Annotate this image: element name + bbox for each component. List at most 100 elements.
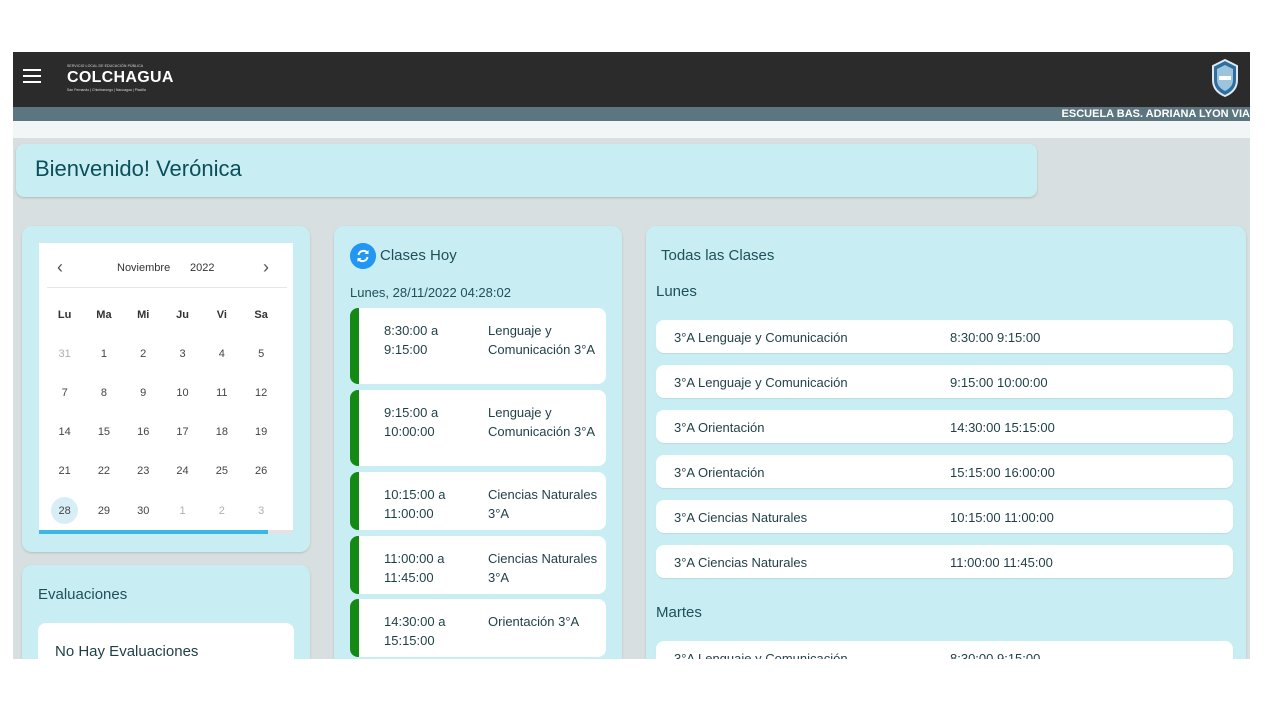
clases-hoy-card: Clases Hoy Lunes, 28/11/2022 04:28:02 8:… <box>334 226 622 659</box>
clase-row[interactable]: 3°A Lenguaje y Comunicación 8:30:00 9:15:… <box>656 320 1233 353</box>
calendar-day[interactable]: 15 <box>84 413 123 452</box>
school-bar: ESCUELA BAS. ADRIANA LYON VIA <box>13 107 1250 121</box>
calendar-day[interactable]: 17 <box>163 413 202 452</box>
calendar-day-label: 12 <box>255 386 268 399</box>
calendar-scrollbar[interactable] <box>39 530 293 534</box>
calendar-day[interactable]: 21 <box>45 452 84 491</box>
clase-row-time: 8:30:00 9:15:00 <box>950 330 1041 345</box>
calendar-day[interactable]: 11 <box>202 373 241 412</box>
calendar-scrollbar-thumb[interactable] <box>39 530 268 534</box>
calendar-day[interactable]: 5 <box>241 334 280 373</box>
calendar-day-label: 5 <box>258 347 265 360</box>
clase-row[interactable]: 3°A Ciencias Naturales 11:00:00 11:45:00 <box>656 545 1233 578</box>
chevron-right-icon[interactable]: › <box>263 257 269 278</box>
clase-row-subject: 3°A Orientación <box>674 465 765 480</box>
calendar-day-label: 31 <box>58 347 71 360</box>
clase-row-subject: 3°A Ciencias Naturales <box>674 555 808 570</box>
calendar-grid: Lu Ma Mi Ju Vi Sa 31 1 2 3 4 5 7 8 9 10 11 12 14 15 16 17 18 19… <box>45 295 281 530</box>
calendar-day-label: 7 <box>61 386 68 399</box>
clase-row[interactable]: 3°A Orientación 14:30:00 15:15:00 <box>656 410 1233 443</box>
calendar-day-label: 25 <box>215 465 228 478</box>
clase-hoy-time: 9:15:00 a 10:00:00 <box>384 405 439 439</box>
clase-row-time: 11:00:00 11:45:00 <box>950 555 1053 570</box>
school-crest-icon[interactable] <box>1210 58 1240 98</box>
clase-hoy-time: 10:15:00 a 11:00:00 <box>384 487 446 521</box>
calendar-day[interactable]: 8 <box>84 373 123 412</box>
calendar-weekday: Mi <box>137 308 150 321</box>
clase-row[interactable]: 3°A Ciencias Naturales 10:15:00 11:00:00 <box>656 500 1233 533</box>
clase-hoy-time: 11:00:00 a 11:45:00 <box>384 551 445 585</box>
calendar-day-label: 14 <box>58 426 71 439</box>
calendar-day-label: 10 <box>176 386 189 399</box>
app-frame: SERVICIO LOCAL DE EDUCACIÓN PÚBLICA COLC… <box>13 52 1250 659</box>
calendar-day-label: 28 <box>51 497 79 525</box>
clase-row-subject: 3°A Orientación <box>674 420 765 435</box>
calendar-day[interactable]: 3 <box>241 491 280 530</box>
colchagua-logo[interactable]: SERVICIO LOCAL DE EDUCACIÓN PÚBLICA COLC… <box>67 64 197 94</box>
calendar-day-label: 1 <box>179 504 186 517</box>
calendar-day[interactable]: 29 <box>84 491 123 530</box>
calendar-day-label: 29 <box>97 504 111 517</box>
calendar-day[interactable]: 2 <box>202 491 241 530</box>
calendar-day[interactable]: 2 <box>124 334 163 373</box>
todas-las-clases-title: Todas las Clases <box>661 247 775 264</box>
clase-hoy-item[interactable]: 11:00:00 a 11:45:00 Ciencias Naturales 3°… <box>350 536 606 594</box>
clase-hoy-item[interactable]: 9:15:00 a 10:00:00 Lenguaje y Comunicació… <box>350 390 606 466</box>
calendar-day[interactable]: 1 <box>84 334 123 373</box>
evaluaciones-title: Evaluaciones <box>38 586 128 603</box>
calendar-day[interactable]: 4 <box>202 334 241 373</box>
calendar-day[interactable]: 9 <box>124 373 163 412</box>
calendar-day[interactable]: 1 <box>163 491 202 530</box>
calendar-day-label: 11 <box>216 386 228 399</box>
calendar-day[interactable]: 31 <box>45 334 84 373</box>
todas-las-clases-card: Todas las Clases Lunes 3°A Lenguaje y Com… <box>646 226 1246 659</box>
day-heading: Lunes <box>656 283 697 300</box>
calendar-day[interactable]: 25 <box>202 452 241 491</box>
calendar-day[interactable]: 26 <box>241 452 280 491</box>
header-spacer <box>13 121 1250 138</box>
calendar-day[interactable]: 12 <box>241 373 280 412</box>
evaluaciones-card: Evaluaciones No Hay Evaluaciones <box>22 565 310 659</box>
calendar-day[interactable]: 7 <box>45 373 84 412</box>
day-heading: Martes <box>656 604 702 621</box>
chevron-left-icon[interactable]: ‹ <box>57 257 63 278</box>
calendar-day[interactable]: 23 <box>124 452 163 491</box>
calendar-day-label: 8 <box>100 386 107 399</box>
clase-row[interactable]: 3°A Lenguaje y Comunicación 9:15:00 10:00… <box>656 365 1233 398</box>
calendar-day[interactable]: 14 <box>45 413 84 452</box>
calendar-day[interactable]: 22 <box>84 452 123 491</box>
clase-row[interactable]: 3°A Orientación 15:15:00 16:00:00 <box>656 455 1233 488</box>
clase-row-subject: 3°A Lenguaje y Comunicación <box>674 651 848 659</box>
calendar-day[interactable]: 18 <box>202 413 241 452</box>
calendar-day-label: 15 <box>97 426 111 439</box>
calendar-weekday: Ju <box>176 308 189 321</box>
clases-hoy-title: Clases Hoy <box>380 247 457 264</box>
clase-row-time: 10:15:00 11:00:00 <box>950 510 1054 525</box>
refresh-icon[interactable] <box>350 243 376 269</box>
calendar-day[interactable]: 19 <box>241 413 280 452</box>
clase-hoy-item[interactable]: 14:30:00 a 15:15:00 Orientación 3°A <box>350 599 606 657</box>
calendar-day[interactable]: 24 <box>163 452 202 491</box>
clase-row-time: 14:30:00 15:15:00 <box>950 420 1055 435</box>
calendar-day-label: 1 <box>100 347 107 360</box>
calendar-day-label: 24 <box>176 465 189 478</box>
calendar-day[interactable]: 3 <box>163 334 202 373</box>
calendar-day[interactable]: 16 <box>124 413 163 452</box>
calendar-day-label: 21 <box>58 465 71 478</box>
menu-icon[interactable] <box>23 69 41 83</box>
calendar-day[interactable]: 10 <box>163 373 202 412</box>
calendar-day-today[interactable]: 28 <box>45 491 84 530</box>
clase-hoy-subject: Ciencias Naturales 3°A <box>488 551 598 585</box>
calendar-day-label: 9 <box>140 386 147 399</box>
calendar-month[interactable]: Noviembre <box>117 262 170 274</box>
calendar-day-label: 19 <box>255 426 268 439</box>
clase-row[interactable]: 3°A Lenguaje y Comunicación 8:30:00 9:15:… <box>656 641 1233 659</box>
calendar-day-label: 3 <box>179 347 186 360</box>
welcome-title: Bienvenido! Verónica <box>35 156 242 181</box>
calendar-year[interactable]: 2022 <box>190 262 214 274</box>
clase-hoy-item[interactable]: 8:30:00 a 9:15:00 Lenguaje y Comunicación… <box>350 308 606 384</box>
calendar-day[interactable]: 30 <box>124 491 163 530</box>
clase-row-time: 9:15:00 10:00:00 <box>950 375 1048 390</box>
clase-hoy-item[interactable]: 10:15:00 a 11:00:00 Ciencias Naturales 3°… <box>350 472 606 530</box>
top-bar: SERVICIO LOCAL DE EDUCACIÓN PÚBLICA COLC… <box>13 52 1250 107</box>
